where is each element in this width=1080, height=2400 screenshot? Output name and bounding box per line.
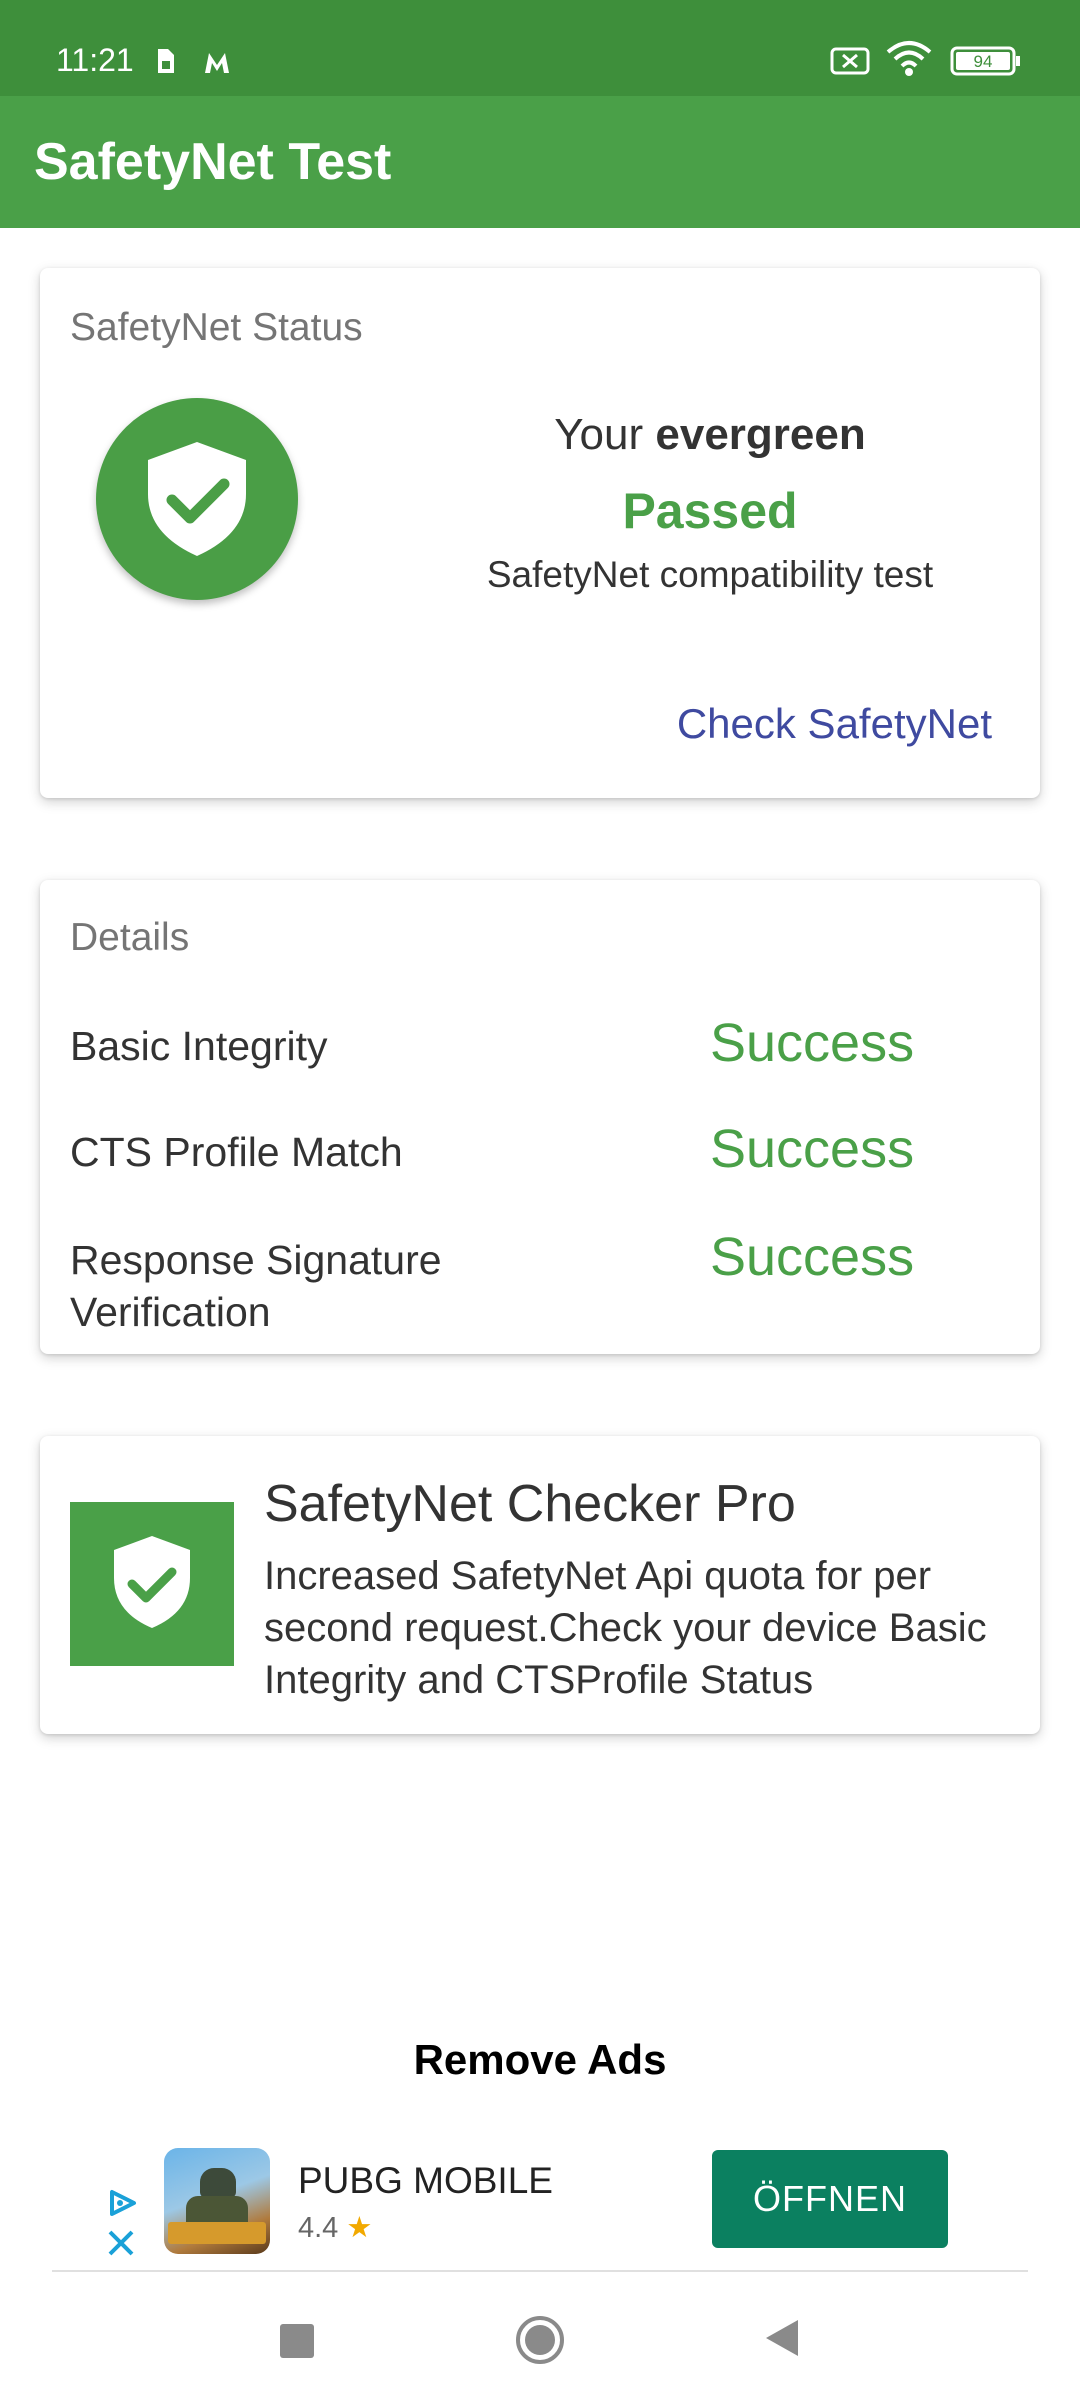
detail-value: Success bbox=[710, 1013, 915, 1073]
status-device-line: Your evergreen bbox=[370, 410, 1050, 460]
ad-rating: 4.4 ★ bbox=[298, 2210, 372, 2245]
check-safetynet-button[interactable]: Check SafetyNet bbox=[677, 700, 992, 748]
ad-banner[interactable]: PUBG MOBILE 4.4 ★ ÖFFNEN bbox=[52, 2136, 1028, 2272]
app-bar: SafetyNet Test bbox=[0, 96, 1080, 228]
app-title: SafetyNet Test bbox=[34, 133, 392, 191]
shield-check-icon bbox=[96, 398, 298, 600]
app-icon[interactable] bbox=[164, 2148, 270, 2254]
status-result: Passed bbox=[622, 483, 798, 539]
ad-app-name[interactable]: PUBG MOBILE bbox=[298, 2160, 553, 2202]
no-sim-icon bbox=[830, 46, 872, 84]
detail-label: Basic Integrity bbox=[70, 1023, 328, 1069]
detail-value: Success bbox=[710, 1119, 915, 1179]
status-bar: 11:21 94 bbox=[0, 0, 1080, 96]
recents-icon[interactable] bbox=[280, 2324, 314, 2358]
ad-open-button[interactable]: ÖFFNEN bbox=[712, 2150, 948, 2248]
device-name: evergreen bbox=[655, 410, 866, 459]
status-your-label: Your bbox=[554, 410, 644, 459]
ad-choices-icon[interactable] bbox=[106, 2188, 140, 2223]
back-icon[interactable] bbox=[762, 2316, 802, 2365]
pro-description: Increased SafetyNet Api quota for per se… bbox=[264, 1554, 987, 1702]
star-icon: ★ bbox=[346, 2212, 373, 2244]
navigation-bar bbox=[0, 2290, 1080, 2400]
sim-icon bbox=[154, 46, 176, 83]
details-card-heading: Details bbox=[70, 916, 190, 959]
status-card-heading: SafetyNet Status bbox=[70, 306, 363, 349]
m-icon bbox=[202, 46, 232, 83]
status-subtitle: SafetyNet compatibility test bbox=[486, 554, 934, 595]
detail-label: CTS Profile Match bbox=[70, 1129, 403, 1175]
detail-label: Response Signature Verification bbox=[70, 1237, 442, 1335]
status-time: 11:21 bbox=[56, 42, 134, 78]
home-icon[interactable] bbox=[514, 2314, 566, 2371]
details-card: Details Basic Integrity Success CTS Prof… bbox=[40, 880, 1040, 1354]
shield-check-icon bbox=[70, 1502, 234, 1666]
status-card: SafetyNet Status Your evergreen Passed S… bbox=[40, 268, 1040, 798]
pro-title: SafetyNet Checker Pro bbox=[264, 1475, 796, 1533]
svg-text:94: 94 bbox=[974, 52, 993, 71]
detail-value: Success bbox=[710, 1227, 915, 1287]
battery-icon: 94 bbox=[950, 46, 1022, 84]
ad-rating-value: 4.4 bbox=[298, 2212, 339, 2244]
wifi-icon bbox=[886, 40, 932, 86]
remove-ads-button[interactable]: Remove Ads bbox=[0, 2036, 1080, 2084]
close-icon[interactable] bbox=[106, 2228, 136, 2263]
pro-promo-card[interactable]: SafetyNet Checker Pro Increased SafetyNe… bbox=[40, 1436, 1040, 1734]
